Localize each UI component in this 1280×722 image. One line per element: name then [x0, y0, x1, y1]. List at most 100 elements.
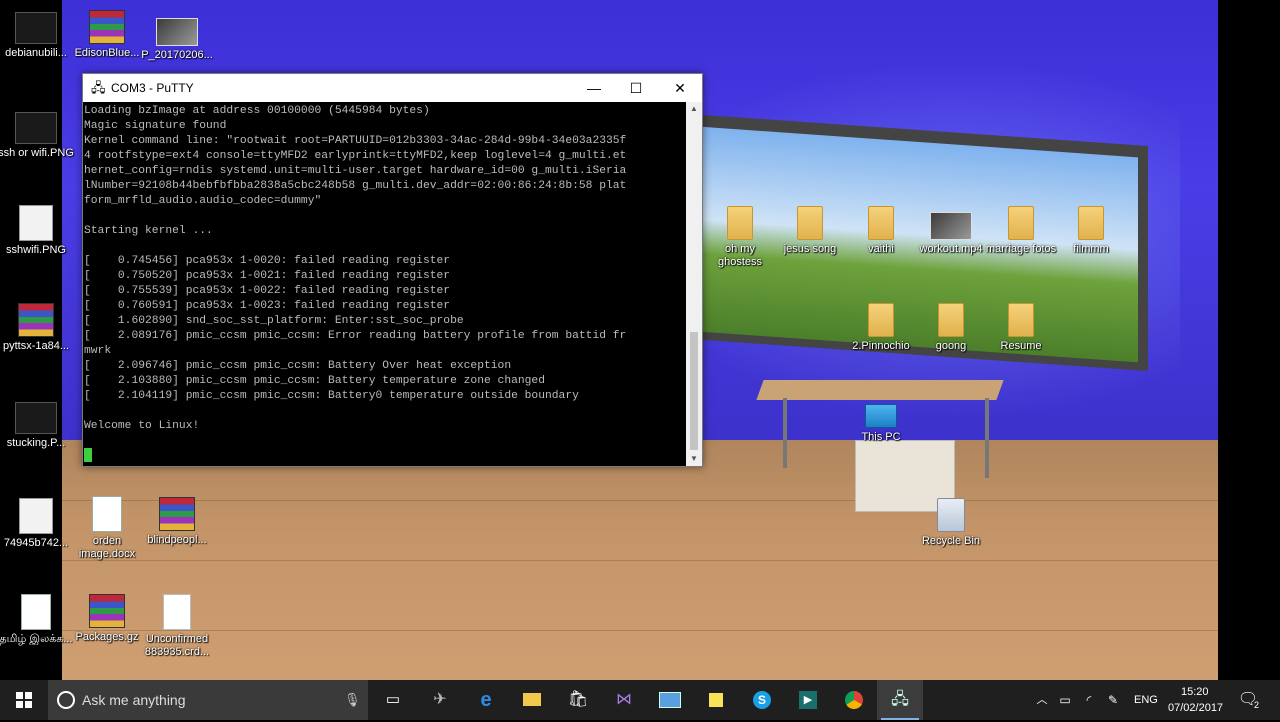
- microphone-icon[interactable]: 🎙: [344, 692, 361, 708]
- desktop-icon[interactable]: blindpeopl...: [139, 497, 215, 547]
- search-placeholder: Ask me anything: [82, 692, 186, 708]
- visual-studio-icon: ⋈: [616, 691, 632, 708]
- scroll-up-arrow-icon[interactable]: ▲: [686, 102, 702, 116]
- desktop-icon[interactable]: pyttsx-1a84...: [0, 303, 74, 353]
- show-hidden-icons-chevron-icon[interactable]: ︿: [1034, 680, 1050, 720]
- scroll-down-arrow-icon[interactable]: ▼: [686, 452, 702, 466]
- desktop-icon[interactable]: workout.mp4: [913, 212, 989, 256]
- floor-line: [62, 630, 1218, 631]
- desktop: debianubili... EdisonBlue... P_20170206.…: [0, 0, 1280, 680]
- desktop-icon[interactable]: Packages.gz: [69, 594, 145, 644]
- edge-icon: e: [480, 689, 492, 711]
- desktop-icon[interactable]: sshwifi.PNG: [0, 205, 74, 257]
- floor-line: [62, 500, 1218, 501]
- task-view-button[interactable]: ▭: [370, 680, 416, 720]
- desk-leg: [985, 398, 989, 478]
- desktop-icon[interactable]: P_20170206...: [139, 18, 215, 62]
- title-bar[interactable]: 🖧 COM3 - PuTTY — ☐ ✕: [83, 74, 702, 102]
- cortana-icon: [57, 691, 75, 709]
- taskbar-app-file-explorer[interactable]: [509, 680, 555, 720]
- photo-icon: [156, 18, 198, 46]
- desktop-icon[interactable]: jesus song: [772, 206, 848, 256]
- desktop-icon[interactable]: stucking.P...: [0, 402, 74, 450]
- terminal-line: [ 0.750520] pca953x 1-0021: failed readi…: [84, 270, 451, 282]
- terminal-line: Kernel command line: "rootwait root=PART…: [84, 135, 627, 147]
- clock-time[interactable]: 15:20: [1181, 686, 1209, 698]
- desktop-icon[interactable]: 74945b742...: [0, 498, 74, 550]
- floor-line: [62, 560, 1218, 561]
- archive-icon: [89, 594, 125, 628]
- minimize-button[interactable]: —: [572, 74, 616, 102]
- letterbox-right: [1218, 0, 1280, 680]
- maximize-button[interactable]: ☐: [614, 74, 658, 102]
- putty-window[interactable]: 🖧 COM3 - PuTTY — ☐ ✕ Loading bzImage at …: [82, 73, 703, 467]
- document-icon: [21, 594, 51, 630]
- search-box[interactable]: Ask me anything 🎙: [48, 680, 368, 720]
- network-tool-icon: ✈: [433, 691, 447, 708]
- image-file-icon: [19, 498, 53, 534]
- terminal-line: Starting kernel ...: [84, 225, 213, 237]
- terminal-output[interactable]: Loading bzImage at address 00100000 (544…: [83, 102, 686, 466]
- desktop-icon[interactable]: orden image.docx: [69, 496, 145, 561]
- taskbar-app-putty[interactable]: 🖧: [877, 680, 923, 720]
- terminal-line: [ 1.602890] snd_soc_sst_platform: Enter:…: [84, 315, 464, 327]
- terminal-line: Magic signature found: [84, 120, 227, 132]
- skype-icon: S: [753, 690, 771, 709]
- wifi-icon[interactable]: ◜: [1080, 680, 1098, 720]
- image-file-icon: [15, 112, 57, 144]
- folder-icon: [523, 693, 541, 707]
- desktop-icon[interactable]: filmmm: [1053, 206, 1129, 256]
- chrome-icon: [845, 690, 863, 709]
- taskbar-app-visual-studio[interactable]: ⋈: [601, 680, 647, 720]
- battery-icon[interactable]: ▭: [1056, 680, 1074, 720]
- terminal-line: form_mrfld_audio.audio_codec=dummy": [84, 195, 322, 207]
- desktop-icon[interactable]: goong: [913, 303, 989, 353]
- clock-date[interactable]: 07/02/2017: [1168, 702, 1223, 714]
- desktop-icon[interactable]: EdisonBlue...: [69, 10, 145, 60]
- arduino-icon: ▶: [799, 690, 817, 709]
- taskbar-app-chrome[interactable]: [831, 680, 877, 720]
- desktop-icon[interactable]: vaithi: [843, 206, 919, 256]
- desktop-icon[interactable]: Unconfirmed 883935.crd...: [139, 594, 215, 659]
- folder-icon: [1008, 303, 1034, 337]
- taskbar-app-skype[interactable]: S: [739, 680, 785, 720]
- taskbar-app-arduino[interactable]: ▶: [785, 680, 831, 720]
- desktop-icon[interactable]: 2.Pinnochio: [843, 303, 919, 353]
- terminal-line: hernet_config=rndis systemd.unit=multi-u…: [84, 165, 627, 177]
- desktop-icon[interactable]: Resume: [983, 303, 1059, 353]
- recycle-bin-icon: [937, 498, 965, 532]
- taskbar-app-network-tool[interactable]: ✈: [417, 680, 463, 720]
- window-title: COM3 - PuTTY: [111, 81, 194, 95]
- vertical-scrollbar[interactable]: ▲ ▼: [686, 102, 702, 466]
- start-button[interactable]: [0, 680, 48, 720]
- desktop-icon[interactable]: தமிழ் இலக்க...: [0, 594, 74, 646]
- archive-icon: [89, 10, 125, 44]
- taskbar-app-sticky-notes[interactable]: [693, 680, 739, 720]
- taskbar-app-store[interactable]: 🛍: [555, 680, 601, 720]
- close-button[interactable]: ✕: [658, 74, 702, 102]
- terminal-line: Welcome to Linux!: [84, 420, 200, 432]
- terminal-line: [ 0.755539] pca953x 1-0022: failed readi…: [84, 285, 451, 297]
- putty-icon: 🖧: [91, 80, 106, 95]
- taskbar: Ask me anything 🎙 ▭ ✈ e 🛍 ⋈ S ▶ 🖧 ︿ ▭ ◜ …: [0, 680, 1280, 720]
- scrollbar-thumb[interactable]: [690, 332, 698, 450]
- desktop-icon[interactable]: ssh or wifi.PNG: [0, 112, 74, 160]
- pen-icon[interactable]: ✎: [1104, 680, 1122, 720]
- desktop-icon[interactable]: marriage fotos: [983, 206, 1059, 256]
- desktop-icon[interactable]: This PC: [843, 404, 919, 444]
- desktop-icon[interactable]: Recycle Bin: [913, 498, 989, 548]
- terminal-line: 4 rootfstype=ext4 console=ttyMFD2 earlyp…: [84, 150, 627, 162]
- desk-leg: [783, 398, 787, 468]
- folder-icon: [938, 303, 964, 337]
- desktop-icon[interactable]: debianubili...: [0, 12, 74, 60]
- folder-icon: [727, 206, 753, 240]
- taskbar-app-remote-desktop[interactable]: [647, 680, 693, 720]
- folder-icon: [1008, 206, 1034, 240]
- language-indicator[interactable]: ENG: [1134, 694, 1158, 706]
- taskbar-app-edge[interactable]: e: [463, 680, 509, 720]
- wallpaper-desk: [756, 380, 1004, 400]
- desktop-icon[interactable]: oh my ghostess: [702, 206, 778, 269]
- archive-icon: [18, 303, 54, 337]
- image-file-icon: [15, 402, 57, 434]
- video-file-icon: [930, 212, 972, 240]
